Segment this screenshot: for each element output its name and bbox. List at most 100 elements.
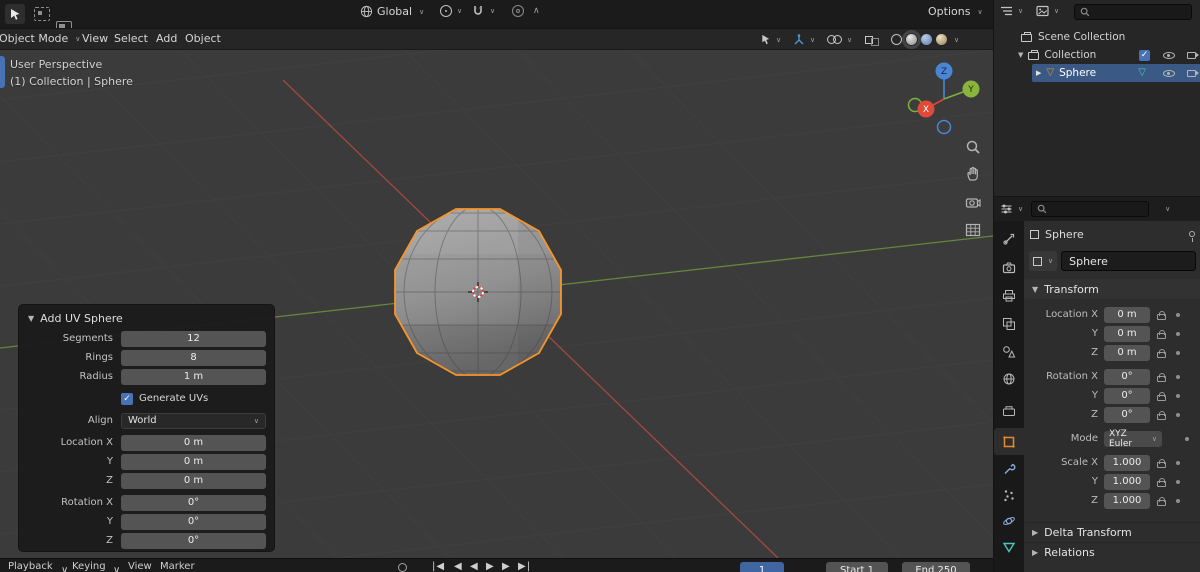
- frame-start-field[interactable]: Start 1: [826, 562, 888, 572]
- lock-icon[interactable]: [1153, 410, 1169, 420]
- scale-x-field[interactable]: 1.000: [1104, 454, 1150, 471]
- animate-dot[interactable]: [1176, 312, 1180, 317]
- relations-header[interactable]: ▶ Relations: [1024, 542, 1200, 562]
- op-rotation-z-field[interactable]: 0°: [121, 532, 266, 549]
- scale-y-field[interactable]: 1.000: [1104, 473, 1150, 490]
- camera-view-button[interactable]: [962, 191, 984, 213]
- snap-toggle[interactable]: ∨: [472, 5, 495, 17]
- render-camera-icon[interactable]: [1187, 51, 1199, 59]
- outliner-row-collection[interactable]: ▼ Collection ✓: [994, 46, 1200, 64]
- tab-tool[interactable]: [994, 225, 1024, 252]
- animate-dot[interactable]: [1176, 460, 1180, 465]
- play-reverse-button[interactable]: ◀: [470, 561, 479, 572]
- active-tool-highlight[interactable]: [0, 56, 5, 88]
- animate-dot[interactable]: [1176, 479, 1180, 484]
- overlays-dropdown[interactable]: ∨: [824, 31, 855, 48]
- animate-dot[interactable]: [1176, 393, 1180, 398]
- play-button[interactable]: ▶: [486, 561, 495, 572]
- zoom-button[interactable]: [962, 136, 984, 158]
- breadcrumb-object[interactable]: Sphere: [1045, 228, 1084, 241]
- shading-solid-button[interactable]: [902, 30, 921, 49]
- auto-keying-icon[interactable]: [398, 563, 407, 572]
- tab-object-data[interactable]: [994, 533, 1024, 560]
- op-rotation-x-field[interactable]: 0°: [121, 494, 266, 511]
- gizmo-neg-z[interactable]: [936, 119, 952, 135]
- tab-modifiers[interactable]: [994, 455, 1024, 482]
- location-x-field[interactable]: 0 m: [1104, 306, 1150, 323]
- tab-object[interactable]: [994, 428, 1024, 455]
- pin-icon[interactable]: [1189, 231, 1195, 242]
- object-id-dropdown[interactable]: ∨: [1029, 251, 1058, 271]
- jump-start-button[interactable]: |◀: [432, 561, 445, 572]
- rings-field[interactable]: 8: [121, 349, 266, 366]
- object-visibility-dropdown[interactable]: ∨: [758, 31, 784, 48]
- pan-button[interactable]: [962, 163, 984, 185]
- prev-keyframe-button[interactable]: ◀: [454, 561, 463, 572]
- tab-collection[interactable]: [994, 397, 1024, 424]
- collection-checkbox[interactable]: ✓: [1139, 49, 1150, 61]
- marker-menu[interactable]: Marker: [160, 561, 195, 572]
- rotation-x-field[interactable]: 0°: [1104, 368, 1150, 385]
- lock-icon[interactable]: [1153, 477, 1169, 487]
- tab-particles[interactable]: [994, 481, 1024, 508]
- animate-dot[interactable]: [1176, 350, 1180, 355]
- navigation-gizmo[interactable]: Z Y X: [893, 58, 993, 144]
- properties-editor-type[interactable]: ∨: [1000, 203, 1023, 215]
- expand-icon[interactable]: ▶: [1036, 69, 1041, 77]
- location-y-field[interactable]: 0 m: [1104, 325, 1150, 342]
- lock-icon[interactable]: [1153, 310, 1169, 320]
- lock-icon[interactable]: [1153, 348, 1169, 358]
- animate-dot[interactable]: [1176, 374, 1180, 379]
- 3d-viewport[interactable]: User Perspective (1) Collection | Sphere…: [0, 50, 993, 558]
- hide-eye-icon[interactable]: [1163, 51, 1175, 59]
- active-tool-icon[interactable]: [5, 4, 25, 24]
- operator-panel-header[interactable]: ▼ Add UV Sphere: [19, 307, 266, 329]
- gizmos-dropdown[interactable]: ∨: [790, 31, 818, 48]
- rotation-y-field[interactable]: 0°: [1104, 387, 1150, 404]
- outliner-display-mode[interactable]: ∨: [1036, 5, 1059, 17]
- tab-render[interactable]: [994, 254, 1024, 281]
- filter-chevron-icon[interactable]: ∨: [1165, 205, 1170, 213]
- keying-menu[interactable]: Keying: [72, 561, 106, 572]
- hide-eye-icon[interactable]: [1163, 69, 1175, 77]
- tab-view-layer[interactable]: [994, 310, 1024, 337]
- expand-icon[interactable]: ▼: [1018, 51, 1023, 59]
- options-dropdown[interactable]: Options ∨: [928, 5, 983, 18]
- tab-scene[interactable]: [994, 338, 1024, 365]
- outliner-editor-type[interactable]: ∨: [1000, 5, 1023, 17]
- animate-dot[interactable]: [1176, 331, 1180, 336]
- tab-world[interactable]: [994, 365, 1024, 392]
- frame-end-field[interactable]: End 250: [902, 562, 970, 572]
- scale-z-field[interactable]: 1.000: [1104, 492, 1150, 509]
- delta-transform-header[interactable]: ▶ Delta Transform: [1024, 522, 1200, 542]
- outliner-row-scene-collection[interactable]: Scene Collection: [994, 28, 1200, 46]
- proportional-edit-controls[interactable]: ∧: [512, 5, 540, 17]
- ortho-toggle-button[interactable]: [962, 219, 984, 241]
- rotation-z-field[interactable]: 0°: [1104, 406, 1150, 423]
- next-keyframe-button[interactable]: ▶: [502, 561, 511, 572]
- lock-icon[interactable]: [1153, 458, 1169, 468]
- render-camera-icon[interactable]: [1187, 69, 1199, 77]
- properties-search-input[interactable]: [1031, 201, 1150, 217]
- object-name-field[interactable]: Sphere: [1061, 251, 1196, 271]
- outliner-search-input[interactable]: [1074, 4, 1192, 20]
- shading-material-button[interactable]: [921, 34, 932, 45]
- op-location-z-field[interactable]: 0 m: [121, 472, 266, 489]
- op-location-y-field[interactable]: 0 m: [121, 453, 266, 470]
- xray-toggle[interactable]: [862, 31, 882, 48]
- transform-orientation-dropdown[interactable]: Global ∨: [360, 5, 424, 18]
- op-location-x-field[interactable]: 0 m: [121, 434, 266, 451]
- sphere-object[interactable]: [392, 205, 568, 380]
- animate-dot[interactable]: [1176, 412, 1180, 417]
- playback-menu[interactable]: Playback: [8, 561, 53, 572]
- shading-wireframe-button[interactable]: [891, 34, 902, 45]
- jump-end-button[interactable]: ▶|: [518, 561, 531, 572]
- op-rotation-y-field[interactable]: 0°: [121, 513, 266, 530]
- lock-icon[interactable]: [1153, 496, 1169, 506]
- align-dropdown[interactable]: World ∨: [121, 412, 266, 429]
- segments-field[interactable]: 12: [121, 330, 266, 347]
- menu-object[interactable]: Object: [177, 29, 229, 49]
- pivot-point-dropdown[interactable]: ∨: [440, 5, 462, 17]
- outliner-row-sphere[interactable]: ▶ ▽ Sphere ▽: [1032, 64, 1200, 82]
- tab-output[interactable]: [994, 282, 1024, 309]
